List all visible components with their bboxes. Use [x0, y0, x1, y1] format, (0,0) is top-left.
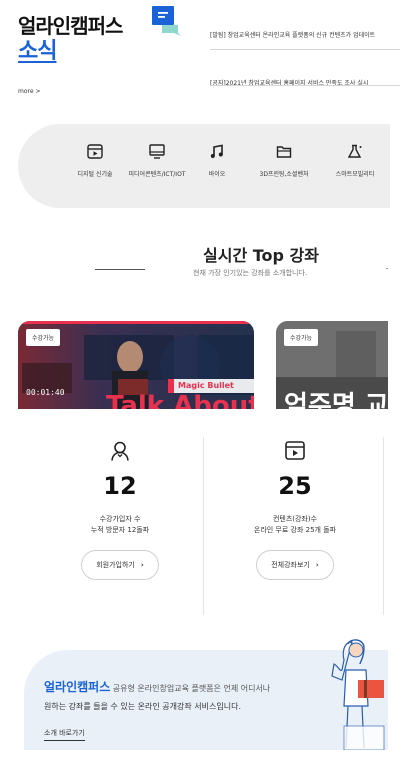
category-label: 스마트모빌리티 [335, 171, 375, 178]
top-lectures-subtitle: 현재 가장 인기있는 강좌를 소개합니다. [193, 269, 308, 277]
category-3d-printing[interactable]: 3D프린팅,소셜벤처 [249, 144, 319, 178]
stat-number: 12 [103, 472, 137, 500]
signup-button[interactable]: 회원가입하기 › [81, 550, 159, 580]
status-badge: 수강가능 [284, 329, 319, 346]
folder-icon [276, 146, 292, 158]
news-section: 얼라인캠퍼스 소식 more > [발됨] 창업교육센터 온라인교육 플랫폼의 … [0, 0, 400, 112]
top-lectures-title: 실시간 Top 강좌 [203, 246, 319, 265]
stats-divider [383, 437, 384, 615]
stat-line2: 누적 방문자 12돌파 [90, 526, 150, 534]
video-big-text: Talk About [106, 391, 254, 409]
stat-line1: 컨텐츠(강좌)수 [272, 515, 318, 523]
chevron-right-icon: › [315, 561, 319, 569]
signup-button-label: 회원가입하기 [96, 561, 135, 569]
all-courses-button-label: 전체강좌보기 [271, 561, 310, 569]
category-label: 3D프린팅,소셜벤처 [259, 171, 309, 178]
status-badge: 수강가능 [26, 329, 61, 346]
stat-description: 컨텐츠(강좌)수 온라인 무료 강좌 25개 돌파 [215, 514, 375, 536]
music-icon [210, 144, 223, 158]
video-caption: Magic Bullet [178, 381, 234, 390]
section-divider-tick [386, 268, 388, 269]
category-bio[interactable]: 바이오 [182, 144, 252, 178]
news-more-link[interactable]: more > [18, 88, 40, 95]
news-item[interactable]: [공지]2021년 창업교육센터 홈페이지 서비스 만족도 조사 실시 [210, 50, 400, 86]
video-icon [285, 441, 305, 460]
stat-contents: 25 컨텐츠(강좌)수 온라인 무료 강좌 25개 돌파 전체강좌보기 › [215, 440, 375, 580]
video-big-text: 엄주명 교수 [284, 391, 388, 409]
category-strip: 디지털 신기술 미디어콘텐츠/ICT/IOT 바이오 3D프린팅,소셜벤처 스마… [18, 124, 390, 208]
chevron-right-icon: › [140, 561, 144, 569]
news-title-line1: 얼라인캠퍼스 [18, 14, 123, 38]
intro-text: 얼라인캠퍼스 공유형 온라인창업교육 플랫폼은 언제 어디서나 원하는 강좌를 … [44, 678, 270, 716]
intro-line2: 원하는 강좌를 들을 수 있는 온라인 공개강좌 서비스입니다. [44, 702, 241, 711]
lecture-card[interactable]: 수강가능 엄주명 교수 [276, 321, 388, 409]
monitor-icon [149, 144, 165, 159]
stat-line1: 수강가입자 수 [99, 515, 141, 523]
video-icon [87, 144, 103, 159]
flask-icon [347, 144, 362, 158]
stat-number: 25 [278, 472, 312, 500]
news-title-line2: 소식 [18, 39, 57, 64]
news-title: 얼라인캠퍼스 소식 [18, 14, 123, 64]
category-digital-tech[interactable]: 디지털 신기술 [60, 144, 130, 178]
stat-members: 12 수강가입자 수 누적 방문자 12돌파 회원가입하기 › [40, 440, 200, 580]
category-label: 디지털 신기술 [77, 171, 113, 178]
intro-brand: 얼라인캠퍼스 [44, 680, 111, 694]
chat-bubble-icon [152, 6, 181, 36]
category-label: 바이오 [208, 171, 226, 178]
category-smart-mobility[interactable]: 스마트모빌리티 [320, 144, 390, 178]
stats-divider [203, 437, 204, 615]
intro-more-link[interactable]: 소개 바로가기 [44, 728, 85, 741]
lecture-card[interactable]: 수강가능 00:01:40 Magic Bullet Talk About [18, 321, 254, 409]
all-courses-button[interactable]: 전체강좌보기 › [256, 550, 334, 580]
section-divider-line [95, 269, 145, 270]
user-icon [111, 441, 129, 461]
person-illustration [331, 639, 385, 750]
video-duration: 00:01:40 [26, 388, 65, 397]
intro-line1: 공유형 온라인창업교육 플랫폼은 언제 어디서나 [110, 684, 271, 693]
news-list: [발됨] 창업교육센터 온라인교육 플랫폼의 신규 컨텐츠가 업데이트 [공지]… [210, 0, 400, 86]
news-item[interactable]: [발됨] 창업교육센터 온라인교육 플랫폼의 신규 컨텐츠가 업데이트 [210, 0, 400, 50]
stat-line2: 온라인 무료 강좌 25개 돌파 [253, 526, 337, 534]
stat-description: 수강가입자 수 누적 방문자 12돌파 [40, 514, 200, 536]
